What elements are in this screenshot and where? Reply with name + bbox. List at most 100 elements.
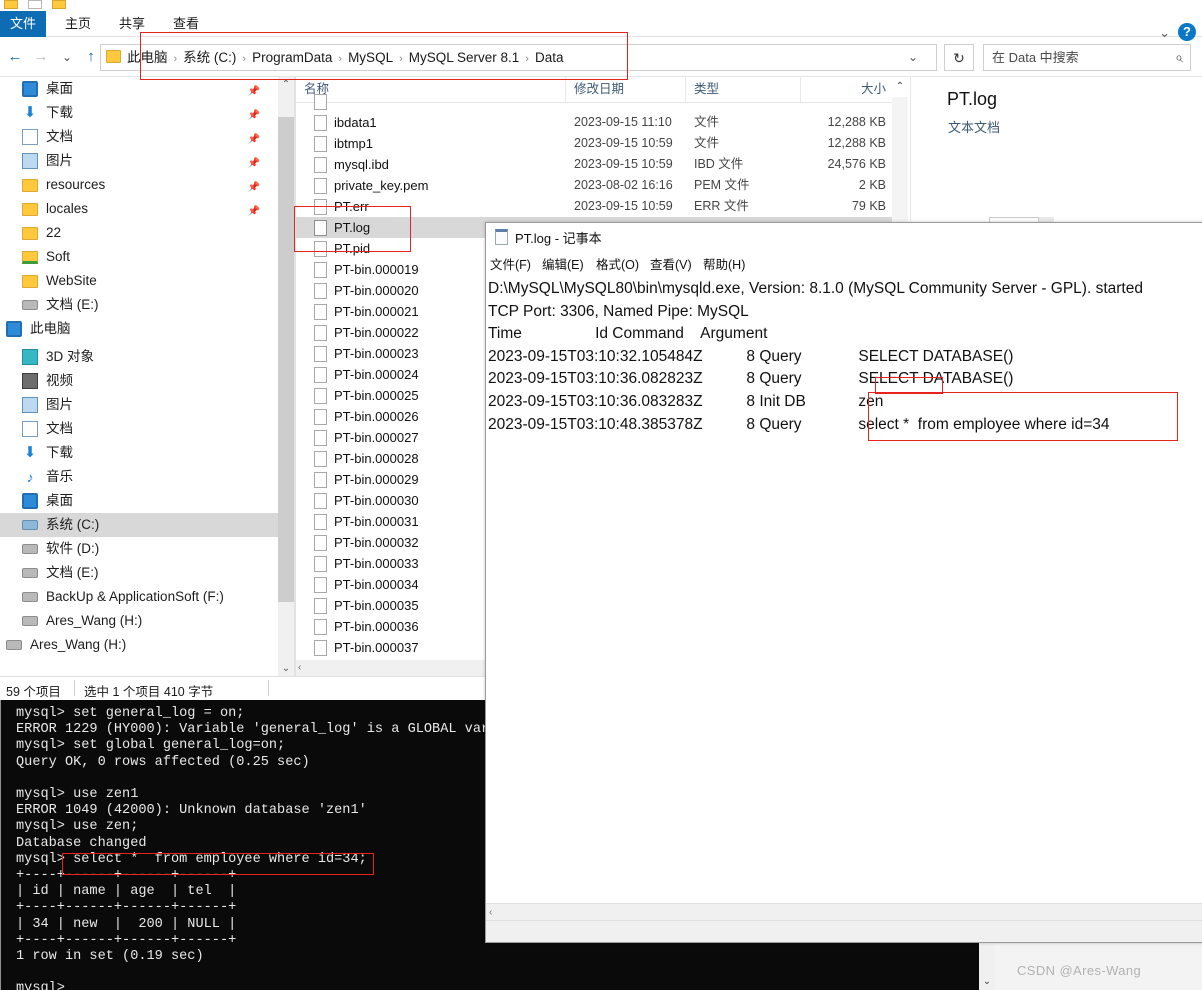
- file-icon: [314, 325, 327, 341]
- scroll-up-icon[interactable]: ⌃: [278, 77, 294, 93]
- scroll-thumb[interactable]: [278, 117, 294, 602]
- sidebar-item-13[interactable]: 图片: [0, 393, 278, 417]
- up-arrow-icon[interactable]: ↑: [80, 46, 102, 68]
- refresh-button[interactable]: ↻: [944, 44, 974, 71]
- videos-icon: [22, 373, 38, 389]
- sidebar-item-15[interactable]: ⬇ 下载: [0, 441, 278, 465]
- sidebar-item-label: 系统 (C:): [46, 517, 100, 532]
- sidebar-item-label: Soft: [46, 249, 71, 264]
- sidebar-item-2[interactable]: 文档 📌: [0, 125, 278, 149]
- breadcrumb-item-0[interactable]: 此电脑: [127, 50, 168, 65]
- scroll-left-icon[interactable]: ‹: [489, 904, 492, 921]
- breadcrumb-item-4[interactable]: MySQL Server 8.1: [409, 50, 520, 65]
- file-name: PT-bin.000032: [334, 535, 419, 550]
- file-name: PT-bin.000033: [334, 556, 419, 571]
- tab-share[interactable]: 共享: [112, 11, 152, 37]
- sidebar-item-17[interactable]: 桌面: [0, 489, 278, 513]
- sidebar-item-3[interactable]: 图片 📌: [0, 149, 278, 173]
- breadcrumb-item-1[interactable]: 系统 (C:): [183, 50, 236, 65]
- sidebar-item-label: 桌面: [46, 81, 73, 96]
- sidebar-item-18[interactable]: 系统 (C:): [0, 513, 278, 537]
- table-row[interactable]: mysql.ibd 2023-09-15 10:59 IBD 文件 24,576 KB: [296, 154, 892, 175]
- notepad-textarea[interactable]: D:\MySQL\MySQL80\bin\mysqld.exe, Version…: [486, 278, 1202, 436]
- sidebar-item-11[interactable]: 3D 对象: [0, 345, 278, 369]
- sidebar-item-label: 音乐: [46, 469, 73, 484]
- breadcrumb[interactable]: 此电脑 › 系统 (C:) › ProgramData › MySQL › MySQL Serv…: [100, 44, 937, 71]
- address-dropdown-icon[interactable]: ⌄: [908, 45, 918, 70]
- tab-home[interactable]: 主页: [58, 11, 98, 37]
- notepad-hscrollbar[interactable]: ‹: [486, 903, 1202, 920]
- log-file-icon: [314, 220, 327, 236]
- table-row[interactable]: private_key.pem 2023-08-02 16:16 PEM 文件 2 K…: [296, 175, 892, 196]
- sidebar-item-8[interactable]: WebSite: [0, 269, 278, 293]
- breadcrumb-item-5[interactable]: Data: [535, 50, 564, 65]
- sidebar-item-23[interactable]: Ares_Wang (H:): [0, 633, 278, 657]
- sidebar-item-4[interactable]: resources 📌: [0, 173, 278, 197]
- help-icon[interactable]: ?: [1178, 23, 1196, 41]
- scroll-down-icon[interactable]: ⌄: [278, 661, 294, 677]
- file-size: 12,288 KB: [827, 115, 886, 129]
- file-icon: [314, 598, 327, 614]
- address-bar: ← → ⌄ ↑ 此电脑 › 系统 (C:) › ProgramData › MySQL › My…: [0, 40, 1202, 74]
- sidebar-item-22[interactable]: Ares_Wang (H:): [0, 609, 278, 633]
- qat-newfolder-icon[interactable]: [52, 0, 66, 9]
- sidebar-item-7[interactable]: Soft: [0, 245, 278, 269]
- sidebar-item-9[interactable]: 文档 (E:): [0, 293, 278, 317]
- table-row[interactable]: PT.err 2023-09-15 10:59 ERR 文件 79 KB: [296, 196, 892, 217]
- sidebar-item-label: WebSite: [46, 273, 97, 288]
- scroll-up-icon[interactable]: ⌃: [892, 79, 908, 95]
- notepad-window[interactable]: PT.log - 记事本 文件(F) 编辑(E) 格式(O) 查看(V) 帮助(…: [485, 222, 1202, 943]
- sidebar-item-label: 下载: [46, 105, 73, 120]
- file-size: 2 KB: [858, 178, 886, 192]
- ribbon-tabbar: 文件 主页 共享 查看 ⌄ ?: [0, 11, 1202, 41]
- sidebar-item-19[interactable]: 软件 (D:): [0, 537, 278, 561]
- this-pc-icon: [6, 321, 22, 337]
- scroll-left-icon[interactable]: ‹: [298, 660, 301, 676]
- console-output: mysql> set general_log = on; ERROR 1229 …: [16, 706, 498, 990]
- back-arrow-icon[interactable]: ←: [4, 46, 26, 68]
- sidebar-item-20[interactable]: 文档 (E:): [0, 561, 278, 585]
- qat-properties-icon[interactable]: [28, 0, 42, 9]
- sidebar-item-label: 此电脑: [30, 321, 71, 336]
- nav-scrollbar[interactable]: ⌃ ⌄: [278, 77, 294, 677]
- menu-view[interactable]: 查看(V): [650, 253, 692, 277]
- notepad-titlebar[interactable]: PT.log - 记事本: [486, 223, 1202, 251]
- preview-title: PT.log: [947, 89, 998, 109]
- scroll-down-icon[interactable]: ⌄: [979, 974, 995, 990]
- menu-file[interactable]: 文件(F): [490, 253, 531, 277]
- sidebar-item-10[interactable]: 此电脑: [0, 317, 278, 341]
- tab-file[interactable]: 文件: [0, 11, 46, 37]
- file-date: 2023-08-02 16:16: [574, 178, 673, 192]
- file-name: PT-bin.000020: [334, 283, 419, 298]
- table-row[interactable]: ibdata1 2023-09-15 11:10 文件 12,288 KB: [296, 112, 892, 133]
- qat-folder-icon[interactable]: [4, 0, 18, 9]
- sidebar-item-12[interactable]: 视频: [0, 369, 278, 393]
- sidebar-item-5[interactable]: locales 📌: [0, 197, 278, 221]
- file-type: IBD 文件: [694, 157, 744, 171]
- file-icon: [314, 136, 327, 152]
- menu-edit[interactable]: 编辑(E): [542, 253, 584, 277]
- sidebar-item-label: resources: [46, 177, 106, 192]
- sidebar-item-14[interactable]: 文档: [0, 417, 278, 441]
- sidebar-item-label: 文档 (E:): [46, 565, 99, 580]
- recent-locations-icon[interactable]: ⌄: [56, 46, 78, 68]
- pictures-icon: [22, 153, 38, 169]
- sidebar-item-label: 软件 (D:): [46, 541, 100, 556]
- table-row[interactable]: ibtmp1 2023-09-15 10:59 文件 12,288 KB: [296, 133, 892, 154]
- search-icon[interactable]: ⌕: [1175, 49, 1183, 66]
- table-row[interactable]: [296, 91, 892, 112]
- sidebar-item-16[interactable]: ♪ 音乐: [0, 465, 278, 489]
- sidebar-item-1[interactable]: ⬇ 下载 📌: [0, 101, 278, 125]
- sidebar-item-0[interactable]: 桌面 📌: [0, 77, 278, 101]
- menu-help[interactable]: 帮助(H): [703, 253, 745, 277]
- file-name: PT-bin.000035: [334, 598, 419, 613]
- forward-arrow-icon[interactable]: →: [30, 46, 52, 68]
- breadcrumb-item-3[interactable]: MySQL: [348, 50, 393, 65]
- menu-format[interactable]: 格式(O): [596, 253, 639, 277]
- chevron-down-icon[interactable]: ⌄: [1159, 25, 1170, 41]
- tab-view[interactable]: 查看: [166, 11, 206, 37]
- sidebar-item-6[interactable]: 22: [0, 221, 278, 245]
- search-input[interactable]: 在 Data 中搜索 ⌕: [983, 44, 1191, 71]
- breadcrumb-item-2[interactable]: ProgramData: [252, 50, 332, 65]
- sidebar-item-21[interactable]: BackUp & ApplicationSoft (F:): [0, 585, 278, 609]
